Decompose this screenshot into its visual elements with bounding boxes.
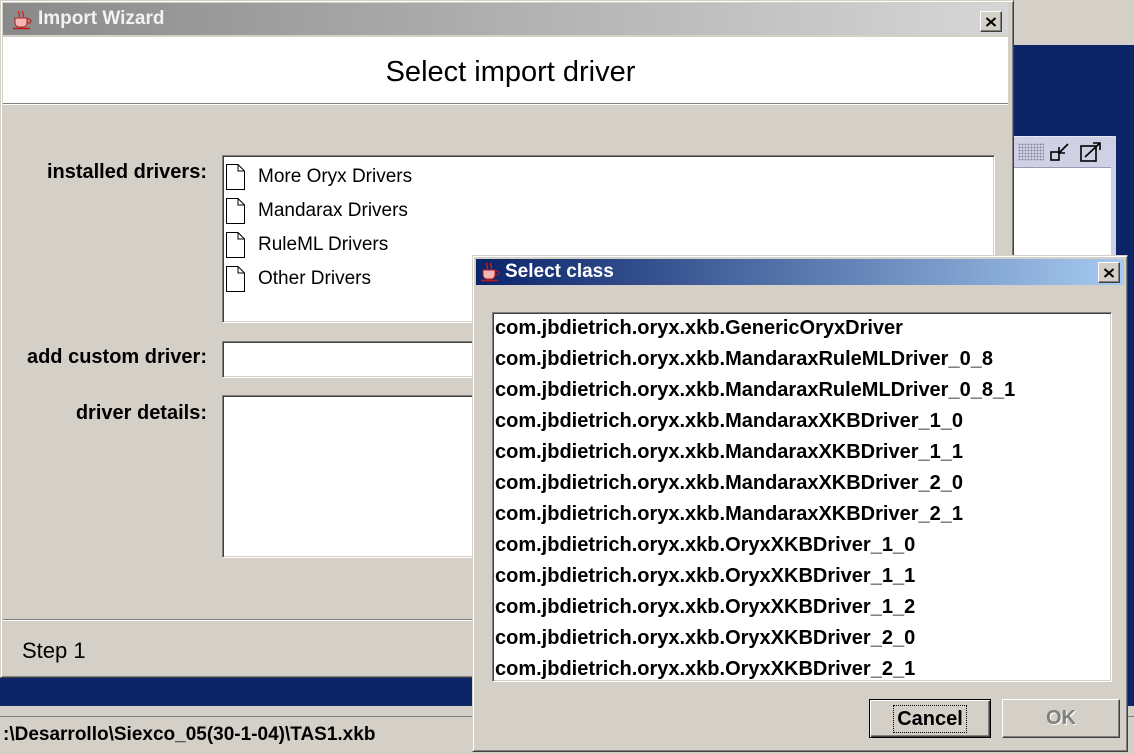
class-list-item[interactable]: com.jbdietrich.oryx.xkb.MandaraxXKBDrive…	[493, 468, 1111, 499]
class-list-item[interactable]: com.jbdietrich.oryx.xkb.OryxXKBDriver_1_…	[493, 530, 1111, 561]
class-list-item[interactable]: com.jbdietrich.oryx.xkb.MandaraxRuleMLDr…	[493, 344, 1111, 375]
titlebar-grip	[1018, 143, 1044, 161]
close-icon	[1103, 267, 1115, 278]
dialog-titlebar[interactable]: Select class	[476, 259, 1124, 285]
custom-driver-label: add custom driver:	[26, 346, 207, 368]
class-list-item[interactable]: com.jbdietrich.oryx.xkb.MandaraxRuleMLDr…	[493, 375, 1111, 406]
class-list-item[interactable]: com.jbdietrich.oryx.xkb.MandaraxXKBDrive…	[493, 437, 1111, 468]
driver-category-label: RuleML Drivers	[258, 234, 389, 255]
background-internal-frame	[1014, 136, 1116, 256]
driver-category-label: Mandarax Drivers	[258, 200, 408, 221]
document-icon	[226, 266, 245, 292]
select-class-dialog: Select class com.jbdietrich.oryx.xkb.Gen…	[472, 255, 1128, 752]
wizard-close-button[interactable]	[980, 11, 1002, 32]
cancel-button-label: Cancel	[893, 704, 967, 733]
internal-frame-content	[1014, 167, 1111, 256]
driver-category-item[interactable]: Mandarax Drivers	[223, 194, 994, 228]
java-cup-icon	[481, 262, 500, 282]
java-cup-icon	[13, 10, 32, 30]
document-icon	[226, 198, 245, 224]
wizard-title: Import Wizard	[38, 8, 165, 29]
class-list-item[interactable]: com.jbdietrich.oryx.xkb.OryxXKBDriver_1_…	[493, 561, 1111, 592]
ok-button-label: OK	[1046, 707, 1076, 729]
class-list-item[interactable]: com.jbdietrich.oryx.xkb.GenericOryxDrive…	[493, 313, 1111, 344]
page-title: Select import driver	[385, 56, 636, 88]
class-list-item[interactable]: com.jbdietrich.oryx.xkb.OryxXKBDriver_2_…	[493, 654, 1111, 681]
maximize-icon[interactable]	[1078, 141, 1104, 163]
class-list-item[interactable]: com.jbdietrich.oryx.xkb.OryxXKBDriver_2_…	[493, 623, 1111, 654]
iconify-icon[interactable]	[1048, 141, 1072, 163]
class-list[interactable]: com.jbdietrich.oryx.xkb.GenericOryxDrive…	[492, 312, 1112, 682]
document-icon	[226, 232, 245, 258]
internal-frame-titlebar[interactable]	[1014, 137, 1111, 167]
document-icon	[226, 164, 245, 190]
cancel-button[interactable]: Cancel	[869, 699, 991, 738]
status-file-path: :\Desarrollo\Siexco_05(30-1-04)\TAS1.xkb	[3, 724, 376, 745]
installed-drivers-label: installed drivers:	[46, 161, 207, 183]
driver-category-label: Other Drivers	[258, 268, 371, 289]
driver-details-label: driver details:	[75, 402, 207, 424]
driver-category-label: More Oryx Drivers	[258, 166, 413, 187]
wizard-titlebar[interactable]: Import Wizard	[3, 3, 1008, 35]
ok-button[interactable]: OK	[1002, 699, 1120, 738]
class-list-item[interactable]: com.jbdietrich.oryx.xkb.MandaraxXKBDrive…	[493, 499, 1111, 530]
screen: :\Desarrollo\Siexco_05(30-1-04)\TAS1.xkb…	[0, 0, 1134, 754]
class-list-item[interactable]: com.jbdietrich.oryx.xkb.OryxXKBDriver_1_…	[493, 592, 1111, 623]
dialog-close-button[interactable]	[1098, 262, 1120, 283]
step-indicator: Step 1	[22, 638, 86, 663]
close-icon	[985, 16, 997, 27]
driver-category-item[interactable]: More Oryx Drivers	[223, 160, 994, 194]
wizard-header: Select import driver	[3, 37, 1008, 104]
class-list-item[interactable]: com.jbdietrich.oryx.xkb.MandaraxXKBDrive…	[493, 406, 1111, 437]
dialog-title: Select class	[505, 261, 614, 282]
